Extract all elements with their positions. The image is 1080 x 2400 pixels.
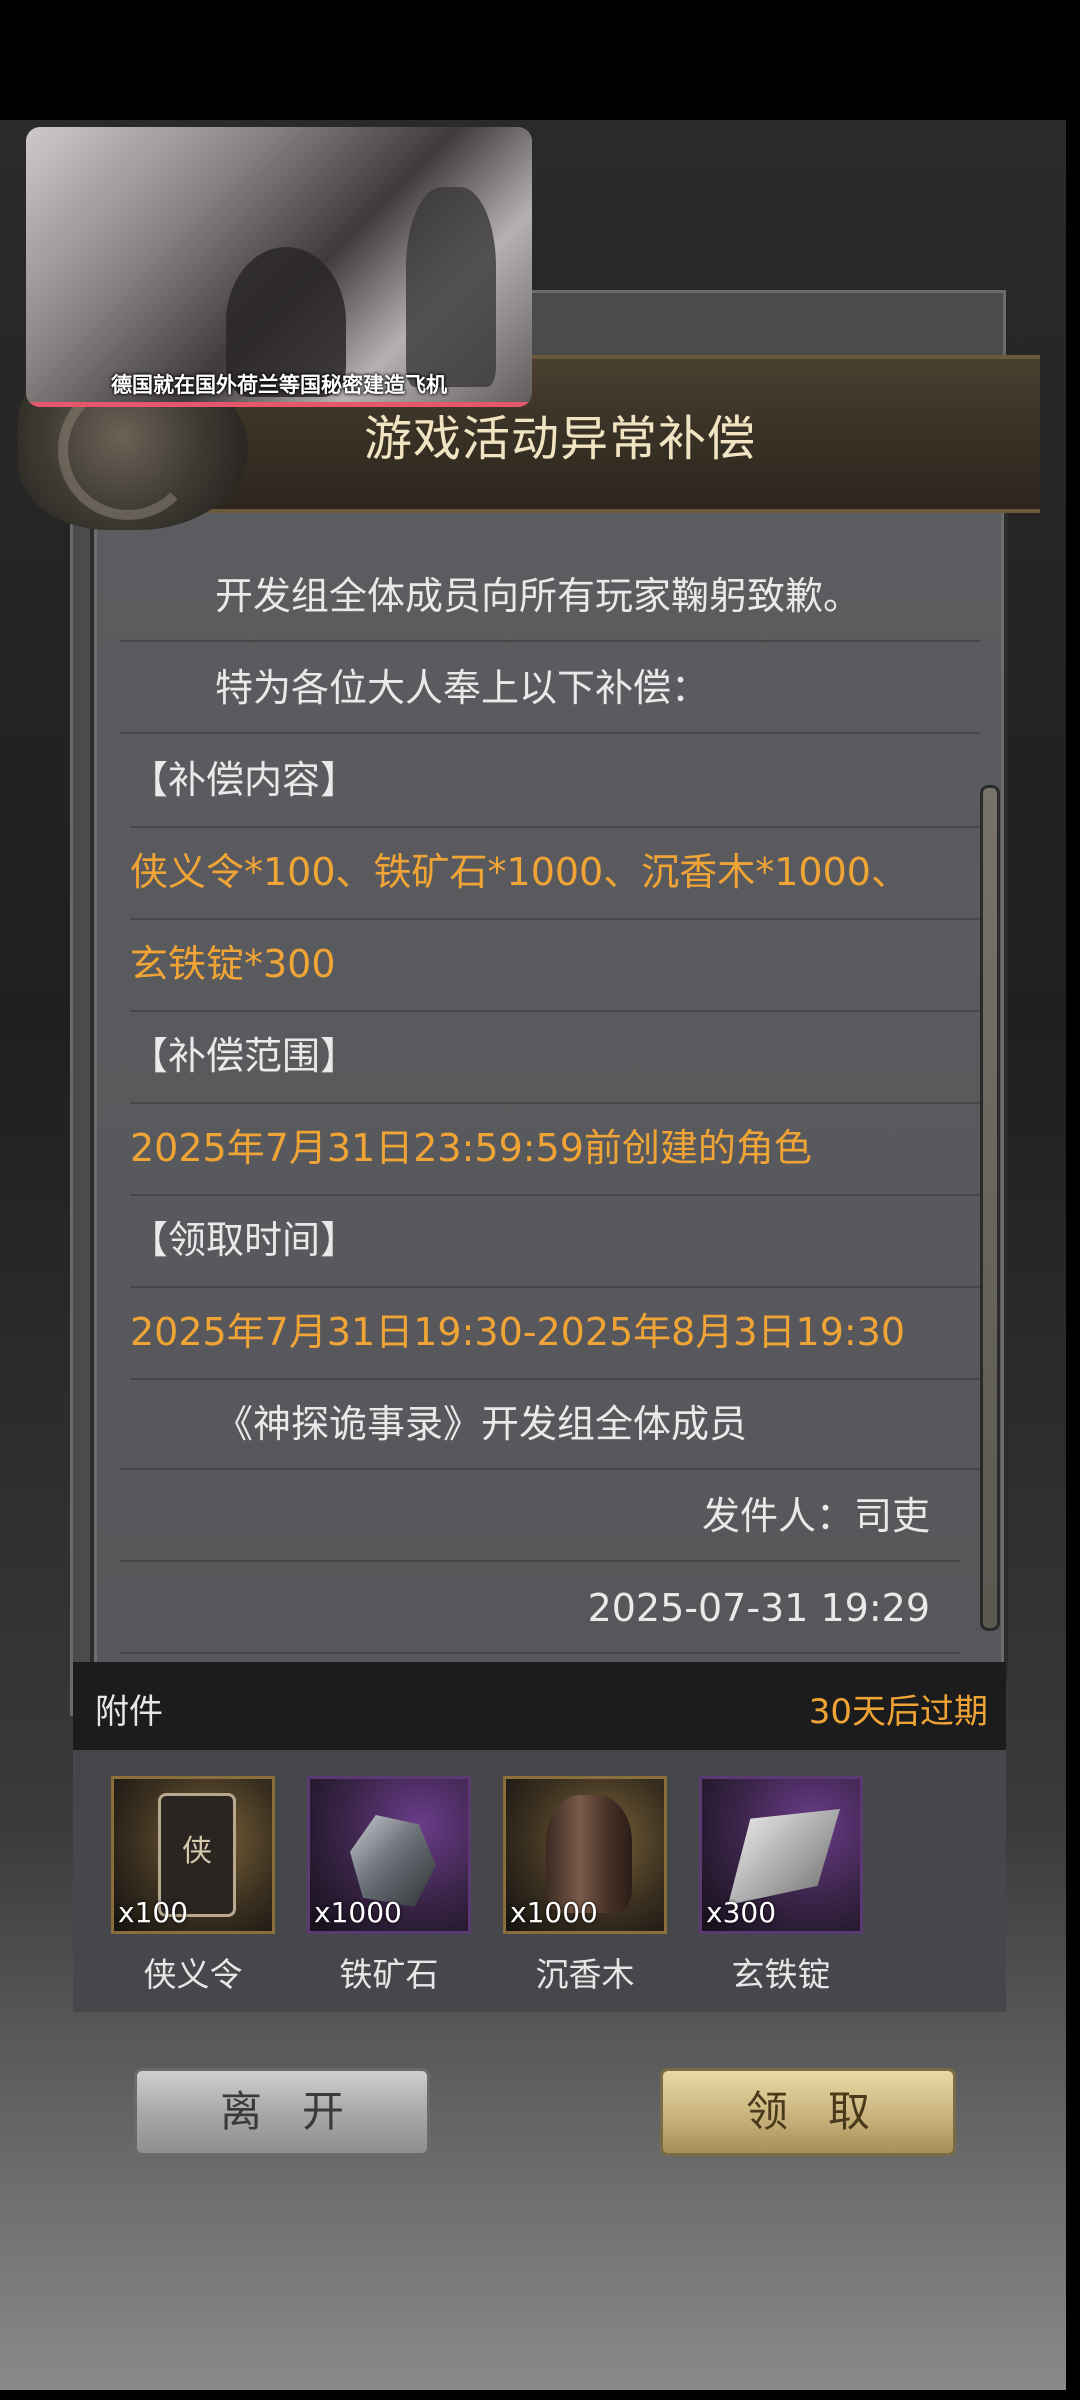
attachment-list: x100 侠义令 x1000 铁矿石 x1000 沉香木 x300 玄铁锭 <box>73 1750 1006 2012</box>
item-count: x1000 <box>314 1896 402 1929</box>
item-slot: x300 <box>699 1776 863 1934</box>
mail-signature: 《神探诡事录》开发组全体成员 <box>120 1378 980 1470</box>
video-progress-bar <box>26 402 532 407</box>
attachment-item[interactable]: x1000 沉香木 <box>503 1776 667 1996</box>
video-figure <box>406 187 496 387</box>
video-caption: 德国就在国外荷兰等国秘密建造飞机 <box>111 373 447 397</box>
attachment-item[interactable]: x1000 铁矿石 <box>307 1776 471 1996</box>
mail-line-section-time: 【领取时间】 <box>130 1194 990 1288</box>
item-name: 铁矿石 <box>339 1955 439 1994</box>
ore-icon <box>350 1815 436 1907</box>
item-slot: x1000 <box>307 1776 471 1934</box>
attachment-header: 附件 30天后过期 <box>73 1662 1006 1750</box>
item-slot: x100 <box>111 1776 275 1934</box>
mail-line-section-scope: 【补偿范围】 <box>130 1010 990 1104</box>
attachment-label: 附件 <box>95 1692 163 1732</box>
attachment-item[interactable]: x100 侠义令 <box>111 1776 275 1996</box>
attachment-item[interactable]: x300 玄铁锭 <box>699 1776 863 1996</box>
floating-video-window[interactable]: 德国就在国外荷兰等国秘密建造飞机 <box>26 127 532 407</box>
ingot-icon <box>728 1809 840 1905</box>
mail-line-time: 2025年7月31日19:30-2025年8月3日19:30 <box>130 1286 990 1380</box>
mail-line-rewards-cont: 玄铁锭*300 <box>130 918 990 1012</box>
attachment-expire: 30天后过期 <box>808 1692 988 1732</box>
item-name: 沉香木 <box>535 1955 635 1994</box>
item-slot: x1000 <box>503 1776 667 1934</box>
leave-button[interactable]: 离开 <box>134 2068 430 2156</box>
mail-line-rewards: 侠义令*100、铁矿石*1000、沉香木*1000、 <box>130 826 990 920</box>
mail-line-scope: 2025年7月31日23:59:59前创建的角色 <box>130 1102 990 1196</box>
mail-line-apology: 开发组全体成员向所有玩家鞠躬致歉。 <box>120 550 980 642</box>
item-count: x1000 <box>510 1896 598 1929</box>
item-name: 侠义令 <box>143 1955 243 1994</box>
claim-button[interactable]: 领取 <box>660 2068 956 2156</box>
mail-line-section-content: 【补偿内容】 <box>130 734 990 828</box>
mail-line-intro: 特为各位大人奉上以下补偿： <box>120 642 980 734</box>
item-count: x100 <box>118 1896 189 1929</box>
mail-scrollbar[interactable] <box>980 785 1000 1631</box>
mail-date: 2025-07-31 19:29 <box>120 1562 960 1654</box>
mail-title: 游戏活动异常补偿 <box>363 411 756 467</box>
mail-sender: 发件人：司吏 <box>120 1470 960 1562</box>
item-count: x300 <box>706 1896 777 1929</box>
item-name: 玄铁锭 <box>731 1955 831 1994</box>
